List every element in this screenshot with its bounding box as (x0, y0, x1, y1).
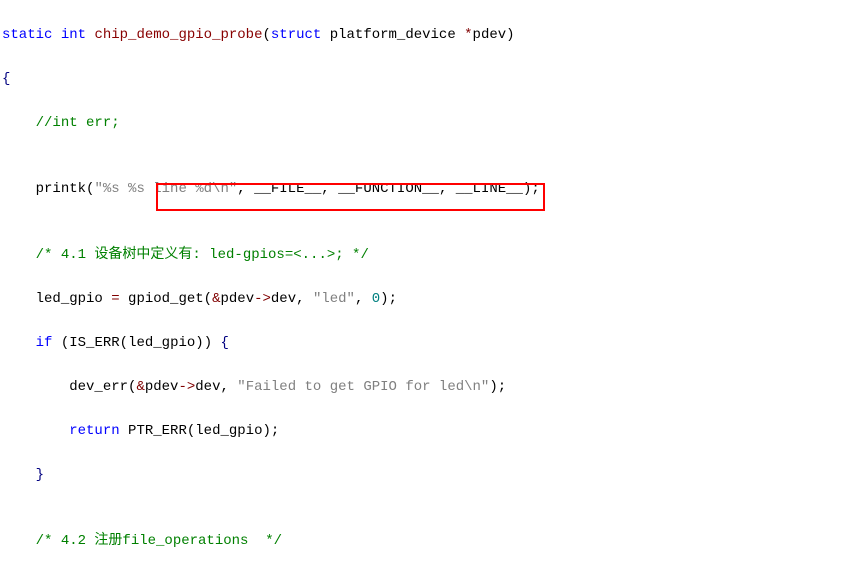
brace-open: { (2, 71, 10, 87)
call: gpiod_get (128, 291, 204, 307)
code-line: dev_err(&pdev->dev, "Failed to get GPIO … (2, 376, 845, 398)
indent (2, 335, 36, 351)
comment: //int err; (36, 115, 120, 131)
paren: ) (262, 423, 270, 439)
comma: , (220, 379, 237, 395)
paren: ( (262, 27, 270, 43)
code-line: led_gpio = gpiod_get(&pdev->dev, "led", … (2, 288, 845, 310)
brace-close: } (36, 467, 44, 483)
comma: , (321, 181, 338, 197)
arg: led_gpio (128, 335, 195, 351)
paren: ) (380, 291, 388, 307)
call: PTR_ERR (128, 423, 187, 439)
function-name: chip_demo_gpio_probe (86, 27, 262, 43)
macro-function: __FUNCTION__ (338, 181, 439, 197)
space (120, 291, 128, 307)
space (120, 423, 128, 439)
comma: , (237, 181, 254, 197)
operator-arrow: -> (178, 379, 195, 395)
indent (2, 247, 36, 263)
code-line: printk("%s %s line %d\n", __FILE__, __FU… (2, 178, 845, 200)
code-line: if (IS_ERR(led_gpio)) { (2, 332, 845, 354)
indent (2, 181, 36, 197)
paren: ) (489, 379, 497, 395)
indent (2, 379, 69, 395)
macro-file: __FILE__ (254, 181, 321, 197)
number: 0 (372, 291, 380, 307)
lhs: led_gpio (36, 291, 112, 307)
comma: , (439, 181, 456, 197)
operator-eq: = (111, 291, 119, 307)
operator-arrow: -> (254, 291, 271, 307)
semicolon: ; (498, 379, 506, 395)
call: IS_ERR (69, 335, 119, 351)
indent (2, 467, 36, 483)
code-line: //int err; (2, 112, 845, 134)
indent (2, 291, 36, 307)
keyword-static: static (2, 27, 52, 43)
keyword-struct: struct (271, 27, 321, 43)
code-editor[interactable]: static int chip_demo_gpio_probe(struct p… (0, 0, 847, 565)
code-line: } (2, 464, 845, 486)
paren: ( (204, 291, 212, 307)
paren: ) (506, 27, 514, 43)
paren: ( (187, 423, 195, 439)
keyword-return: return (69, 423, 119, 439)
code-line: /* 4.2 注册file_operations */ (2, 530, 845, 552)
text: dev (195, 379, 220, 395)
semicolon: ; (389, 291, 397, 307)
indent (2, 533, 36, 549)
comma: , (296, 291, 313, 307)
arg: pdev (473, 27, 507, 43)
comment: /* 4.2 注册file_operations */ (36, 533, 282, 549)
text: dev (271, 291, 296, 307)
paren: ) (195, 335, 203, 351)
code-line: static int chip_demo_gpio_probe(struct p… (2, 24, 845, 46)
text: platform_device (321, 27, 464, 43)
paren: ) (204, 335, 212, 351)
string: "led" (313, 291, 355, 307)
string: "Failed to get GPIO for led\n" (237, 379, 489, 395)
space (212, 335, 220, 351)
paren: ( (120, 335, 128, 351)
comment: /* 4.1 设备树中定义有: led-gpios=<...>; */ (36, 247, 369, 263)
operator-amp: & (136, 379, 144, 395)
text: pdev (220, 291, 254, 307)
keyword-int: int (61, 27, 86, 43)
text: pdev (145, 379, 179, 395)
operator-star: * (464, 27, 472, 43)
indent (2, 423, 69, 439)
string: "%s %s line %d\n" (94, 181, 237, 197)
call: printk (36, 181, 86, 197)
code-line: /* 4.1 设备树中定义有: led-gpios=<...>; */ (2, 244, 845, 266)
keyword-if: if (36, 335, 53, 351)
semicolon: ; (531, 181, 539, 197)
code-line: return PTR_ERR(led_gpio); (2, 420, 845, 442)
indent (2, 115, 36, 131)
paren: ( (61, 335, 69, 351)
space (52, 335, 60, 351)
macro-line: __LINE__ (456, 181, 523, 197)
comma: , (355, 291, 372, 307)
arg: led_gpio (195, 423, 262, 439)
call: dev_err (69, 379, 128, 395)
code-line: { (2, 68, 845, 90)
semicolon: ; (271, 423, 279, 439)
brace-open: { (221, 335, 229, 351)
